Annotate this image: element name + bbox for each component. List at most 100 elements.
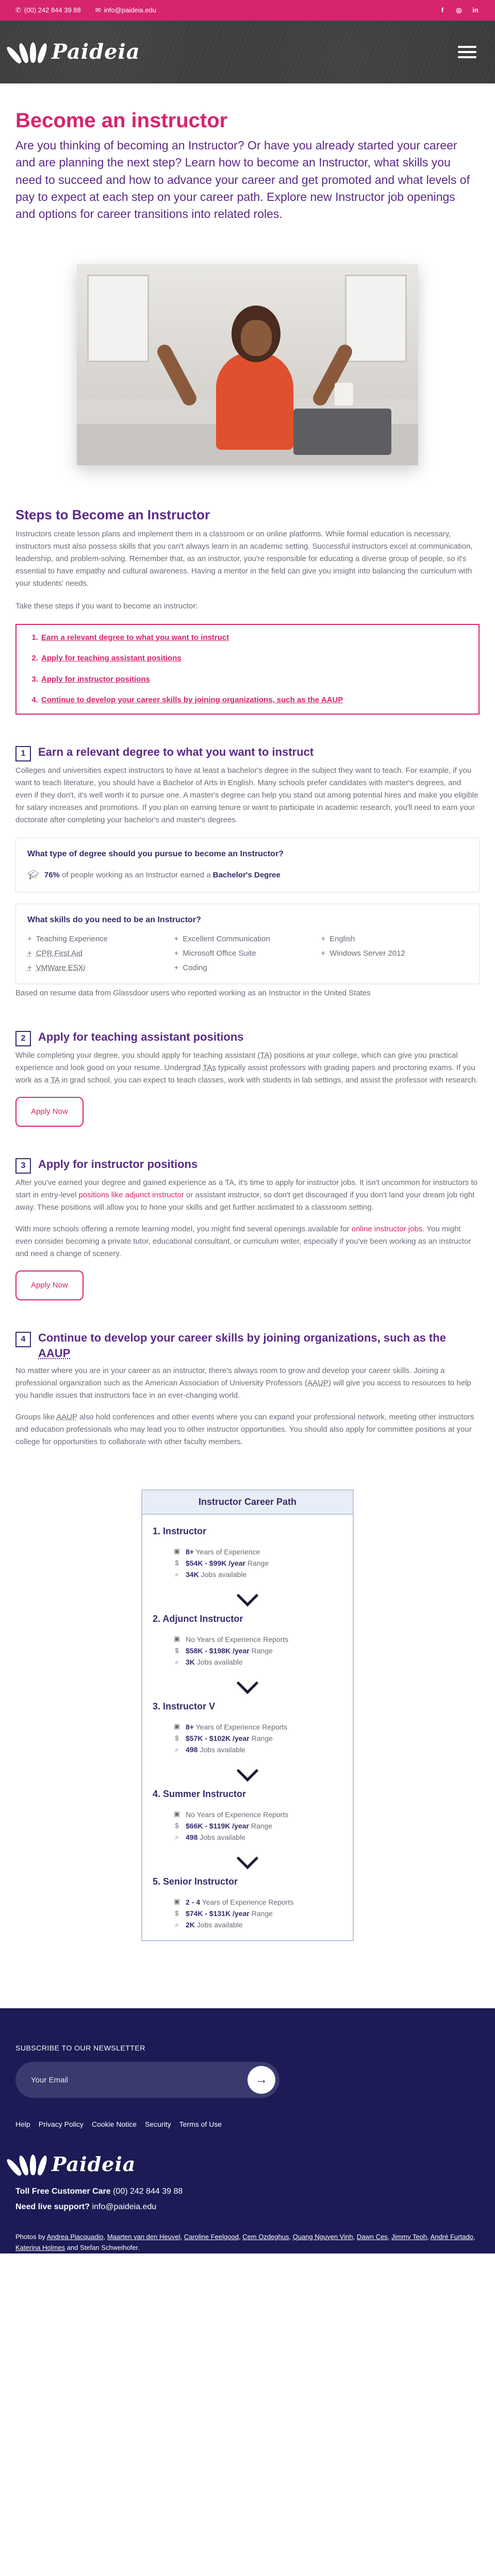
subscribe-button[interactable]: → [248, 2066, 275, 2094]
newsletter-email-input[interactable] [31, 2075, 248, 2084]
page-title: Become an instructor [15, 109, 228, 132]
site-logo[interactable]: Paideia [5, 36, 140, 69]
email-address: info@paideia.edu [104, 6, 157, 14]
briefcase-icon: ▣ [173, 1547, 180, 1555]
briefcase-icon: ▣ [173, 1810, 180, 1818]
skill-item: CPR First Aid [27, 947, 174, 960]
instagram-icon[interactable]: ◎ [455, 5, 463, 16]
search-icon: ⌕ [175, 1570, 179, 1579]
toc-link-step-3[interactable]: Apply for instructor positions [41, 675, 150, 684]
briefcase-icon: ▣ [173, 1897, 180, 1906]
logo-mark-icon [5, 38, 49, 66]
customer-care-phone[interactable]: (00) 242 844 39 88 [111, 2187, 183, 2196]
chevron-down-icon [153, 1759, 342, 1783]
credit-link[interactable]: André Furtado [431, 2233, 473, 2241]
career-role-title: 5. Senior Instructor [153, 1876, 238, 1887]
money-icon: $ [175, 1821, 179, 1829]
career-role: 3. Instructor V ▣ 8+ Years of Experience R… [153, 1699, 342, 1756]
footer-link-help[interactable]: Help [15, 2119, 30, 2130]
credit-link[interactable]: Katerina Holmes [15, 2244, 65, 2251]
steps-lead-in: Take these steps if you want to become a… [15, 601, 198, 611]
skill-item: English [321, 933, 468, 945]
toc-link-step-1[interactable]: Earn a relevant degree to what you want … [41, 633, 229, 642]
role-experience: ▣ 8+ Years of Experience [173, 1546, 342, 1557]
credit-link[interactable]: Dawn Ces [357, 2233, 388, 2241]
skill-item: VMWare ESXi [27, 962, 174, 974]
skill-item: Coding [174, 962, 321, 974]
toc-item[interactable]: Apply for instructor positions [40, 674, 469, 686]
customer-care-line: Toll Free Customer Care (00) 242 844 39 … [15, 2185, 480, 2198]
toc-item[interactable]: Apply for teaching assistant positions [40, 653, 469, 665]
money-icon: $ [175, 1909, 179, 1917]
footer-link-terms[interactable]: Terms of Use [179, 2119, 222, 2130]
search-icon: ⌕ [175, 1921, 179, 1929]
page-intro: Are you thinking of becoming an Instruct… [15, 139, 470, 221]
step-title: Apply for instructor positions [38, 1157, 198, 1171]
chevron-down-icon [153, 1847, 342, 1870]
adjunct-instructor-link[interactable]: positions like adjunct instructor [79, 1191, 184, 1199]
role-experience: ▣ 2 - 4 Years of Experience Reports [173, 1896, 342, 1908]
phone-number: (00) 242 844 39 88 [24, 6, 81, 14]
degree-card-question: What type of degree should you pursue to… [27, 849, 284, 858]
credit-link[interactable]: Jimmy Teoh [391, 2233, 427, 2241]
role-jobs: ⌕ 34K Jobs available [173, 1569, 342, 1580]
degree-stat-text: of people working as an Instructor earne… [59, 870, 213, 879]
support-line: Need live support? info@paideia.edu [15, 2200, 480, 2214]
chevron-down-icon [153, 1584, 342, 1607]
credit-link[interactable]: Maarten van den Heuvel [107, 2233, 180, 2241]
online-instructor-jobs-link[interactable]: online instructor jobs [352, 1225, 423, 1233]
abbr-ta: (TA) [257, 1050, 272, 1060]
role-jobs: ⌕ 498 Jobs available [173, 1832, 342, 1843]
footer-link-privacy[interactable]: Privacy Policy [39, 2119, 84, 2130]
apply-now-button[interactable]: Apply Now [15, 1096, 84, 1127]
money-icon: $ [175, 1558, 179, 1567]
step-body: While completing your degree, you should… [15, 1050, 478, 1084]
step-title: Earn a relevant degree to what you want … [38, 745, 314, 758]
skill-item: Excellent Communication [174, 933, 321, 945]
step-title: Continue to develop your career skills b… [38, 1331, 446, 1360]
money-icon: $ [175, 1646, 179, 1654]
career-path-title: Instructor Career Path [142, 1490, 353, 1515]
skills-list: Teaching Experience Excellent Communicat… [27, 933, 468, 974]
abbr-aaup: AAUP [38, 1347, 71, 1360]
steps-section-title: Steps to Become an Instructor [15, 506, 210, 522]
step-1: 1 Earn a relevant degree to what you wan… [15, 744, 480, 999]
step-body: Colleges and universities expect instruc… [15, 766, 478, 824]
credit-link[interactable]: Quang Nguyen Vinh [293, 2233, 353, 2241]
menu-toggle-button[interactable] [455, 42, 480, 62]
career-role: 2. Adjunct Instructor ▣ No Years of Experi… [153, 1612, 342, 1668]
footer-logo-text: Paideia [52, 2152, 136, 2176]
footer-link-cookie[interactable]: Cookie Notice [92, 2119, 137, 2130]
apply-now-button[interactable]: Apply Now [15, 1270, 84, 1300]
hero-image [77, 264, 418, 465]
logo-mark-icon [5, 2150, 49, 2178]
role-salary: $ $74K - $131K /year Range [173, 1908, 342, 1919]
credit-link[interactable]: Caroline Feelgood [184, 2233, 239, 2241]
briefcase-icon: ▣ [173, 1635, 180, 1643]
footer-link-security[interactable]: Security [145, 2119, 171, 2130]
site-header: Paideia [0, 21, 495, 83]
step-3: 3 Apply for instructor positions After y… [15, 1157, 480, 1300]
career-path-card: Instructor Career Path 1. Instructor ▣ 8+ … [141, 1489, 354, 1941]
abbr-aaup: (AAUP) [305, 1379, 331, 1388]
abbr-aaup: AAUP [56, 1413, 77, 1422]
phone-icon: ✆ [15, 6, 21, 14]
credit-link[interactable]: Cem Ozdeghus [242, 2233, 289, 2241]
toc-item[interactable]: Earn a relevant degree to what you want … [40, 632, 469, 644]
degree-percent: 76% [44, 870, 60, 879]
skills-card: What skills do you need to be an Instruc… [15, 903, 480, 984]
email-contact[interactable]: ✉ info@paideia.edu [95, 5, 156, 16]
skill-item: Microsoft Office Suite [174, 947, 321, 960]
step-body-2: Groups like AAUP also hold conferences a… [15, 1413, 474, 1447]
credit-link[interactable]: Andrea Piacquadio [47, 2233, 104, 2241]
step-number: 1 [15, 745, 31, 761]
facebook-icon[interactable]: f [438, 5, 447, 16]
role-experience: ▣ 8+ Years of Experience Reports [173, 1721, 342, 1733]
toc-link-step-2[interactable]: Apply for teaching assistant positions [41, 654, 182, 663]
phone-contact[interactable]: ✆ (00) 242 844 39 88 [15, 5, 81, 16]
footer-logo[interactable]: Paideia [5, 2149, 480, 2180]
toc-link-step-4[interactable]: Continue to develop your career skills b… [41, 696, 343, 704]
toc-item[interactable]: Continue to develop your career skills b… [40, 694, 469, 706]
support-email[interactable]: info@paideia.edu [90, 2202, 156, 2211]
linkedin-icon[interactable]: in [471, 5, 480, 16]
